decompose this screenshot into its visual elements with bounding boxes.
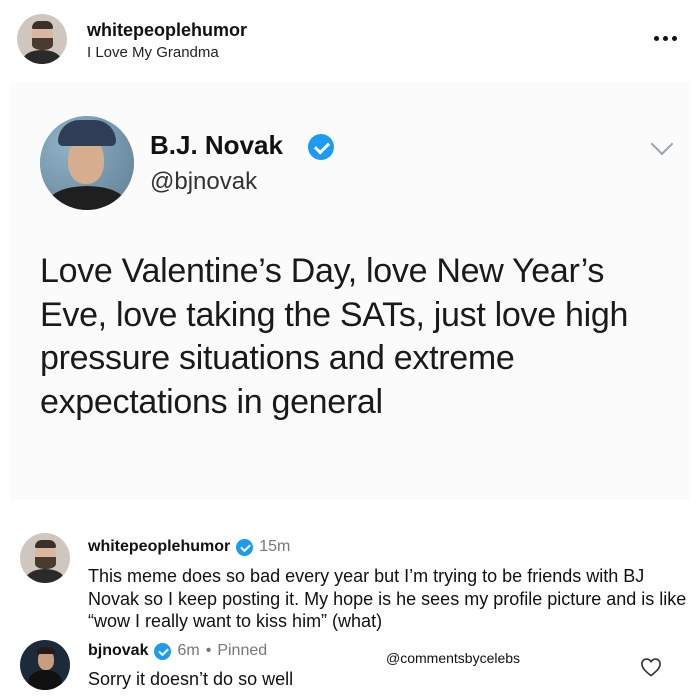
comment-time: 15m <box>259 538 291 555</box>
pinned-label: Pinned <box>217 642 268 659</box>
post-screenshot: whitepeoplehumor I Love My Grandma B.J. … <box>0 0 700 700</box>
comment-username[interactable]: bjnovak <box>88 642 148 660</box>
tweet-avatar <box>40 116 134 210</box>
verified-badge-icon <box>154 642 172 660</box>
verified-badge-icon <box>308 134 334 160</box>
post-audio-subtitle[interactable]: I Love My Grandma <box>87 44 219 61</box>
comment-meta: bjnovak 6m • Pinned <box>88 642 267 660</box>
tweet-author-name: B.J. Novak <box>150 130 283 160</box>
post-header: whitepeoplehumor I Love My Grandma <box>0 0 700 80</box>
post-username[interactable]: whitepeoplehumor <box>87 20 247 41</box>
tweet-text: Love Valentine’s Day, love New Year’s Ev… <box>40 252 629 421</box>
watermark: @commentsbycelebs <box>386 650 521 666</box>
tweet-image[interactable]: B.J. Novak @bjnovak Love Valentine’s Day… <box>10 82 690 500</box>
heart-icon[interactable] <box>640 657 662 677</box>
comment-text: This meme does so bad every year but I’m… <box>88 566 687 631</box>
tweet-author-handle: @bjnovak <box>150 168 258 195</box>
comment-avatar[interactable] <box>20 533 70 583</box>
chevron-down-icon <box>650 132 674 156</box>
comment-avatar[interactable] <box>20 640 70 690</box>
meta-separator: • <box>205 642 212 659</box>
comment-username[interactable]: whitepeoplehumor <box>88 538 230 556</box>
more-options-icon[interactable] <box>648 30 682 46</box>
comment-meta: whitepeoplehumor 15m <box>88 538 290 556</box>
comment-time: 6m <box>177 642 200 659</box>
verified-badge-icon <box>236 538 254 556</box>
avatar[interactable] <box>17 14 67 64</box>
comment-text: Sorry it doesn’t do so well <box>88 669 294 689</box>
